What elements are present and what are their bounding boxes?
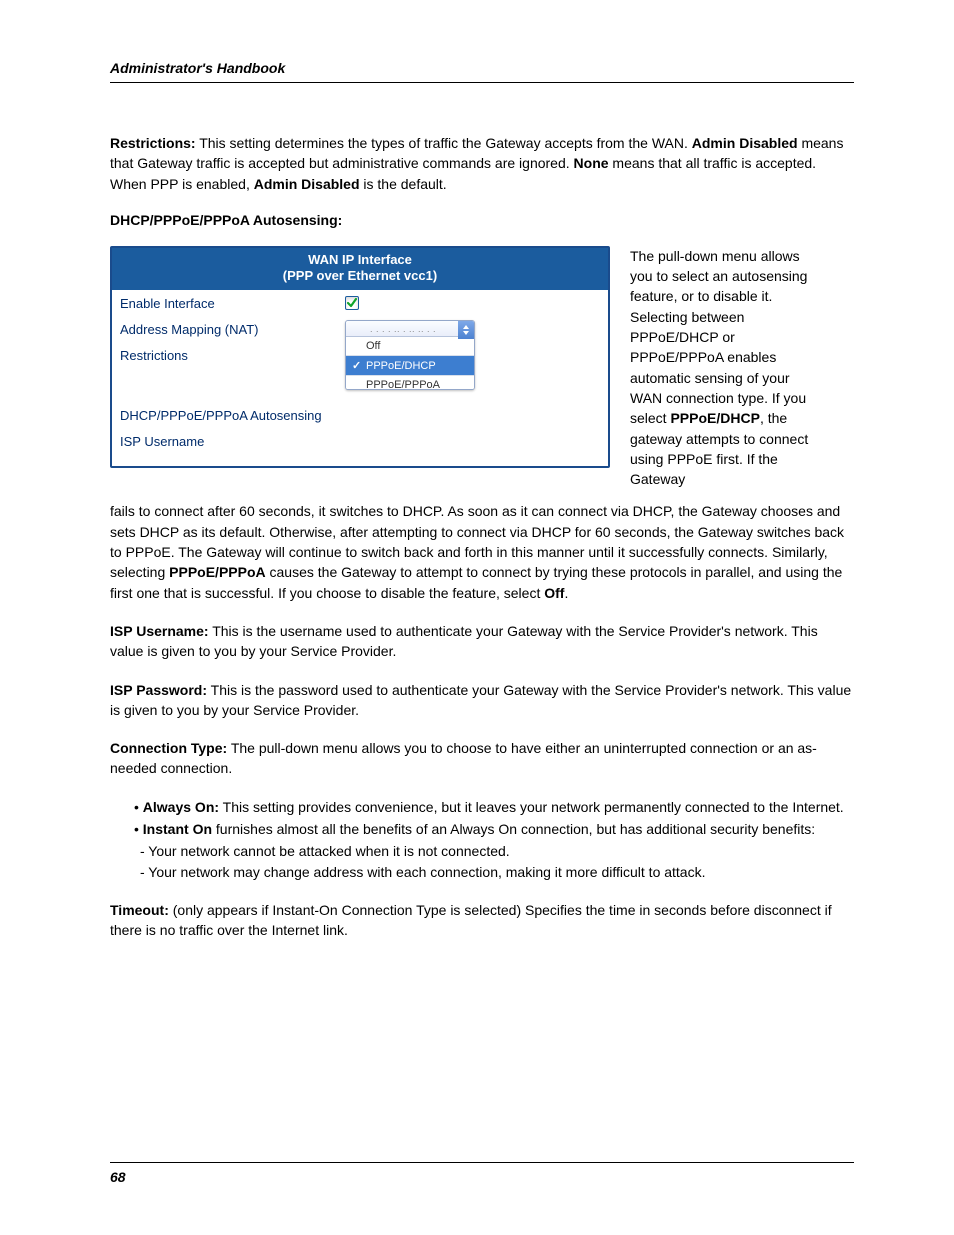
restrictions-dropdown[interactable]: . . . . .. . .. .. . . Off ✓PPPoE/DHCP P… — [345, 320, 475, 390]
option-pppoe-dhcp[interactable]: ✓PPPoE/DHCP — [346, 356, 474, 376]
autosensing-wrap-text: The pull-down menu allows you to select … — [630, 246, 820, 490]
header-title: Administrator's Handbook — [110, 60, 285, 76]
autosensing-continuation: fails to connect after 60 seconds, it sw… — [110, 501, 854, 602]
dropdown-selected: . . . . .. . .. .. . . — [346, 321, 474, 337]
dropdown-arrows-icon — [458, 321, 474, 339]
enable-interface-checkbox[interactable] — [345, 296, 359, 310]
row-autosensing: DHCP/PPPoE/PPPoA Autosensing — [120, 402, 600, 428]
dropdown-options: Off ✓PPPoE/DHCP PPPoE/PPPoA — [346, 337, 474, 390]
row-isp-username: ISP Username — [120, 428, 600, 454]
timeout-paragraph: Timeout: (only appears if Instant-On Con… — [110, 900, 854, 941]
figure-row: WAN IP Interface (PPP over Ethernet vcc1… — [110, 246, 854, 490]
sub-item-2: - Your network may change address with e… — [140, 862, 854, 882]
option-off[interactable]: Off — [346, 337, 474, 356]
panel-header: WAN IP Interface (PPP over Ethernet vcc1… — [112, 248, 608, 291]
isp-username-paragraph: ISP Username: This is the username used … — [110, 621, 854, 662]
wan-ip-interface-panel: WAN IP Interface (PPP over Ethernet vcc1… — [110, 246, 610, 469]
panel-body: Enable Interface Address Mapping (NAT) — [112, 290, 608, 454]
page-number: 68 — [110, 1169, 854, 1185]
row-restrictions: Restrictions . . . . .. . .. .. . . Off … — [120, 342, 600, 368]
list-item-always-on: • Always On: This setting provides conve… — [134, 797, 854, 817]
restrictions-label: Restrictions: — [110, 135, 196, 151]
isp-password-paragraph: ISP Password: This is the password used … — [110, 680, 854, 721]
page-header: Administrator's Handbook — [110, 60, 854, 83]
autosensing-heading: DHCP/PPPoE/PPPoA Autosensing: — [110, 212, 854, 228]
connection-type-paragraph: Connection Type: The pull-down menu allo… — [110, 738, 854, 779]
restrictions-paragraph: Restrictions: This setting determines th… — [110, 133, 854, 194]
page-footer: 68 — [110, 1162, 854, 1185]
list-item-instant-on: • Instant On furnishes almost all the be… — [134, 819, 854, 839]
check-icon: ✓ — [352, 359, 362, 372]
row-enable-interface: Enable Interface — [120, 290, 600, 316]
connection-type-list: • Always On: This setting provides conve… — [134, 797, 854, 882]
check-icon — [346, 297, 358, 309]
sub-item-1: - Your network cannot be attacked when i… — [140, 841, 854, 861]
option-pppoe-pppoa[interactable]: PPPoE/PPPoA — [346, 376, 474, 390]
